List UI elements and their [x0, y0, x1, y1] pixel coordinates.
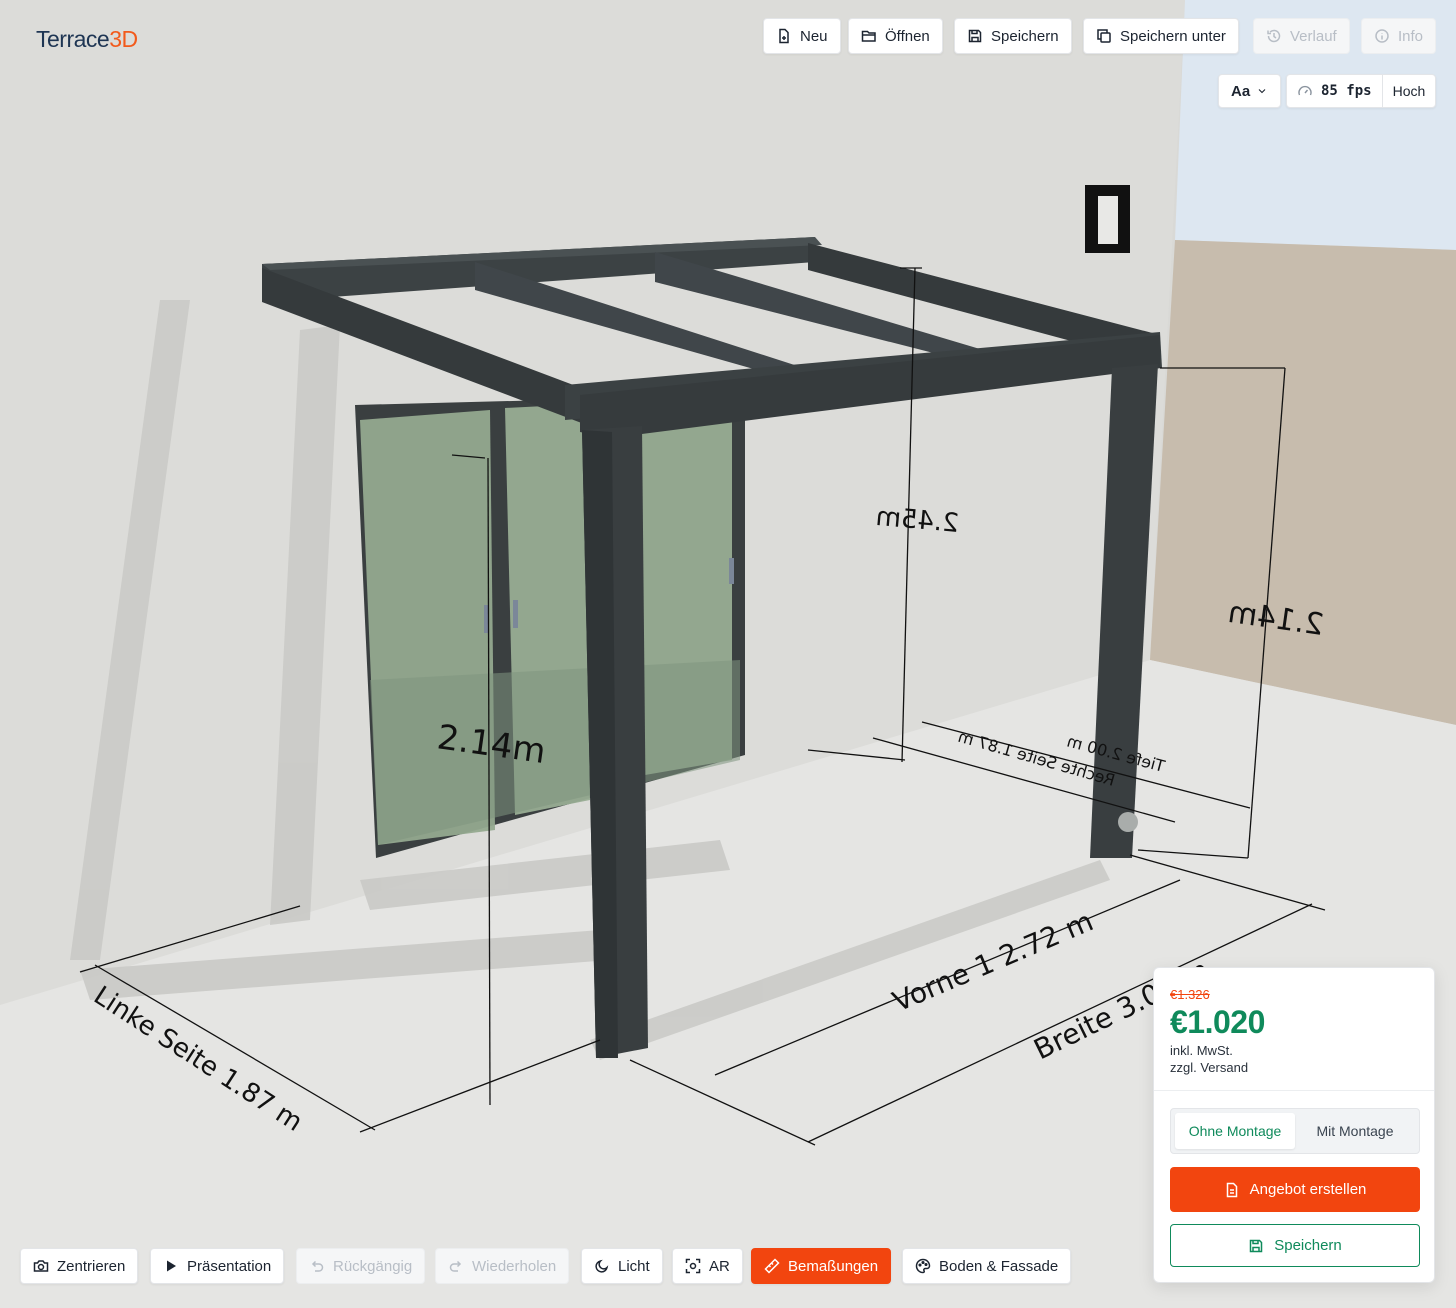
light-button-label: Licht: [618, 1257, 650, 1275]
old-price: €1.326: [1170, 987, 1210, 1002]
document-icon: [1226, 1182, 1237, 1197]
history-button-label: Verlauf: [1290, 27, 1337, 45]
save-icon: [1249, 1239, 1263, 1252]
center-button-label: Zentrieren: [57, 1257, 126, 1275]
open-button[interactable]: Öffnen: [848, 18, 943, 54]
shipping-note: zzgl. Versand: [1170, 1060, 1249, 1075]
history-button[interactable]: Verlauf: [1253, 18, 1350, 54]
assembly-toggle: Ohne Montage Mit Montage: [1170, 1108, 1420, 1154]
info-button-label: Info: [1398, 27, 1424, 45]
price-panel: €1.326 €1.020 inkl. MwSt. zzgl. Versand …: [1153, 967, 1435, 1283]
new-button-label: Neu: [800, 27, 828, 45]
create-offer-label: Angebot erstellen: [1249, 1181, 1367, 1198]
file-plus-icon: [779, 28, 789, 44]
save-icon: [968, 29, 982, 43]
redo-button-label: Wiederholen: [472, 1257, 557, 1275]
chevron-down-icon: [1258, 89, 1266, 94]
presentation-button[interactable]: Präsentation: [150, 1248, 285, 1284]
floor-facade-button[interactable]: Boden & Fassade: [902, 1248, 1072, 1284]
dimensions-button-label: Bemaßungen: [788, 1257, 879, 1275]
save-configuration-button[interactable]: Speichern: [1170, 1224, 1420, 1267]
moon-icon: [595, 1259, 609, 1273]
gauge-icon: [1298, 85, 1312, 96]
presentation-button-label: Präsentation: [187, 1257, 272, 1275]
divider: [1154, 1090, 1434, 1091]
save-button[interactable]: Speichern: [954, 18, 1072, 54]
folder-open-icon: [861, 30, 876, 42]
performance-indicator[interactable]: 85 fps Hoch: [1286, 74, 1437, 108]
floor-facade-button-label: Boden & Fassade: [939, 1257, 1059, 1275]
dimensions-button[interactable]: Bemaßungen: [751, 1248, 892, 1284]
play-icon: [167, 1260, 176, 1272]
current-price: €1.020: [1170, 1004, 1265, 1040]
option-with-assembly[interactable]: Mit Montage: [1295, 1113, 1415, 1149]
ruler-icon: [764, 1258, 780, 1274]
undo-button[interactable]: Rückgängig: [296, 1248, 426, 1284]
ar-button[interactable]: AR: [672, 1248, 743, 1284]
info-button[interactable]: Info: [1361, 18, 1437, 54]
ar-button-label: AR: [709, 1257, 730, 1275]
history-icon: [1267, 29, 1281, 43]
font-size-label: Aa: [1231, 82, 1251, 100]
option-without-assembly[interactable]: Ohne Montage: [1175, 1113, 1295, 1149]
redo-icon: [449, 1260, 462, 1272]
create-offer-button[interactable]: Angebot erstellen: [1170, 1167, 1420, 1212]
quality-level: Hoch: [1392, 83, 1426, 99]
font-size-dropdown[interactable]: Aa: [1218, 74, 1282, 108]
open-button-label: Öffnen: [885, 27, 930, 45]
tax-note: inkl. MwSt.: [1170, 1043, 1233, 1058]
palette-icon: [915, 1258, 931, 1274]
save-configuration-label: Speichern: [1274, 1237, 1342, 1254]
save-as-button-label: Speichern unter: [1120, 27, 1226, 45]
facade-wall: [1150, 240, 1456, 725]
light-button[interactable]: Licht: [581, 1248, 663, 1284]
copy-icon: [1097, 29, 1111, 43]
fps-value: 85 fps: [1321, 83, 1372, 99]
new-button[interactable]: Neu: [763, 18, 841, 54]
undo-button-label: Rückgängig: [333, 1257, 413, 1275]
save-button-label: Speichern: [991, 27, 1059, 45]
redo-button[interactable]: Wiederholen: [435, 1248, 570, 1284]
center-button[interactable]: Zentrieren: [20, 1248, 139, 1284]
camera-icon: [33, 1260, 49, 1272]
info-icon: [1375, 29, 1389, 43]
scan-icon: [685, 1258, 701, 1274]
save-as-button[interactable]: Speichern unter: [1083, 18, 1239, 54]
terrace3d-logo: Terrace3D: [36, 26, 138, 52]
undo-icon: [311, 1260, 324, 1272]
